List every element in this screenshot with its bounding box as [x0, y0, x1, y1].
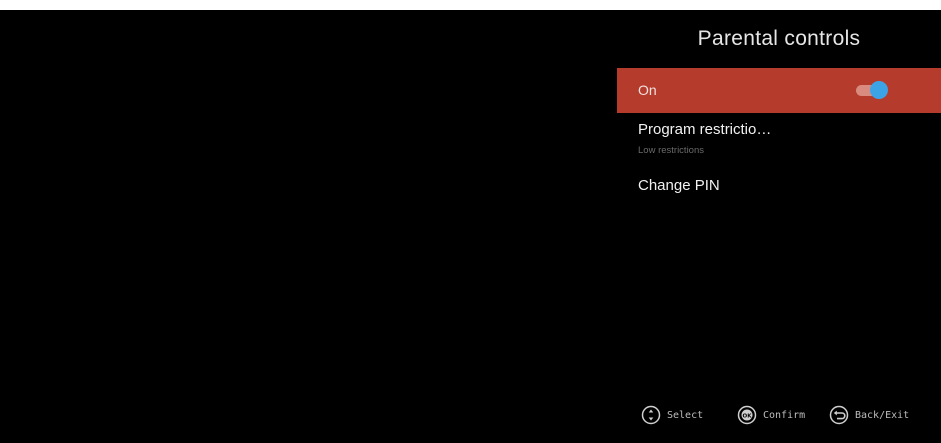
- dpad-icon: [641, 405, 661, 425]
- svg-text:OK: OK: [743, 413, 753, 419]
- hint-label: Confirm: [763, 409, 806, 421]
- menu-item-label: Change PIN: [638, 177, 720, 194]
- hint-back: Back/Exit: [829, 403, 909, 427]
- tv-screen: Parental controls On Program restrictio……: [0, 10, 941, 443]
- menu-item-program-restrictions[interactable]: Program restrictio… Low restrictions: [617, 118, 941, 162]
- menu-item-label: On: [638, 82, 657, 98]
- menu-item-label: Program restrictio…: [638, 121, 772, 138]
- toggle-knob: [870, 81, 888, 99]
- remote-hint-bar: Select OK Confirm Back/Exit: [0, 403, 941, 427]
- hint-confirm: OK Confirm: [737, 403, 805, 427]
- hint-label: Back/Exit: [855, 409, 910, 421]
- menu-item-parental-on[interactable]: On: [617, 68, 941, 113]
- panel-title: Parental controls: [697, 27, 861, 50]
- hint-label: Select: [667, 409, 704, 421]
- menu-item-change-pin[interactable]: Change PIN: [617, 174, 941, 202]
- menu-item-sublabel: Low restrictions: [638, 145, 704, 156]
- ok-button-icon: OK: [737, 405, 757, 425]
- hint-select: Select: [641, 403, 703, 427]
- back-arrow-icon: [829, 405, 849, 425]
- settings-panel: Parental controls On Program restrictio……: [617, 10, 941, 443]
- parental-toggle[interactable]: [856, 81, 890, 99]
